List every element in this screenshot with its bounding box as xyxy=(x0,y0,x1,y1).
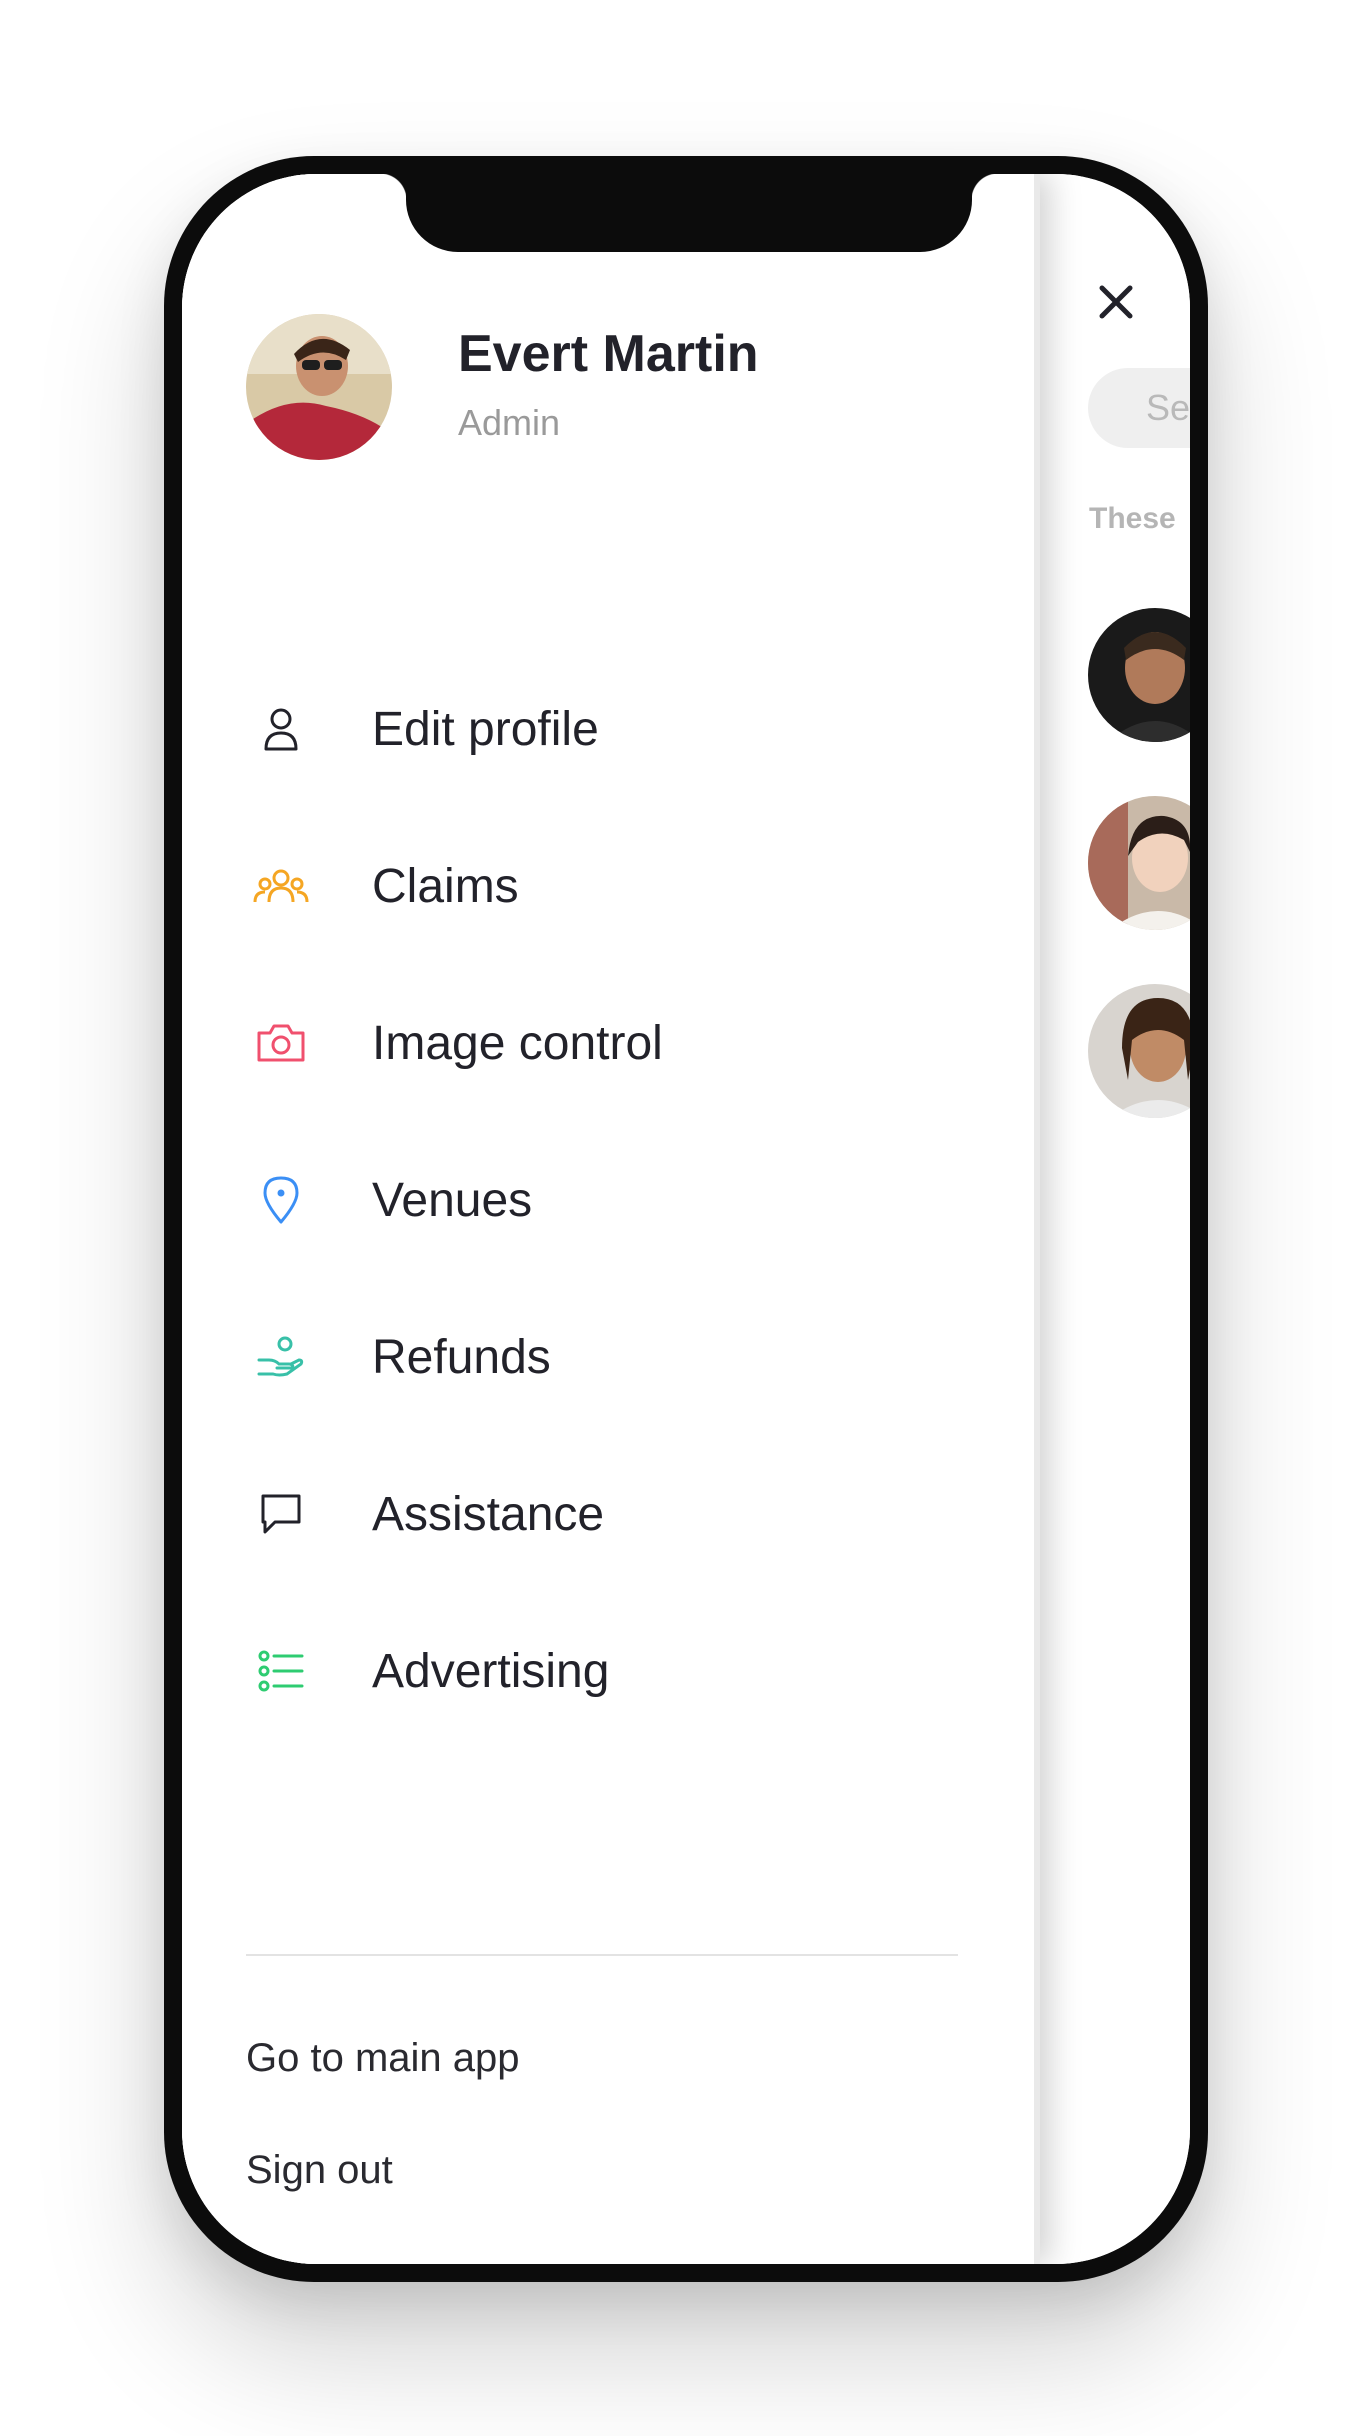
menu-item-edit-profile[interactable]: Edit profile xyxy=(246,674,966,784)
sign-out-link[interactable]: Sign out xyxy=(246,2148,393,2193)
menu-item-label: Advertising xyxy=(372,1644,610,1698)
chat-bubble-icon xyxy=(246,1479,316,1549)
phone-frame: Se These Evert Martin Admin Edit profile… xyxy=(164,156,1208,2282)
user-icon xyxy=(246,694,316,764)
menu-item-label: Refunds xyxy=(372,1330,551,1384)
group-icon xyxy=(246,851,316,921)
menu-item-label: Edit profile xyxy=(372,702,599,756)
profile-name: Evert Martin xyxy=(458,325,759,383)
phone-notch xyxy=(380,174,998,252)
avatar[interactable] xyxy=(1088,608,1190,742)
camera-icon xyxy=(246,1008,316,1078)
menu-item-label: Venues xyxy=(372,1173,533,1227)
menu-item-label: Claims xyxy=(372,859,519,913)
search-input[interactable]: Se xyxy=(1088,368,1190,448)
divider xyxy=(246,1954,958,1956)
avatar[interactable] xyxy=(1088,796,1190,930)
menu-item-assistance[interactable]: Assistance xyxy=(246,1459,966,1569)
profile-role: Admin xyxy=(458,402,561,443)
menu-item-label: Image control xyxy=(372,1016,663,1070)
close-button[interactable] xyxy=(1088,274,1144,330)
phone-screen: Se These Evert Martin Admin Edit profile… xyxy=(182,174,1190,2264)
section-hint: These xyxy=(1089,502,1176,535)
menu-item-venues[interactable]: Venues xyxy=(246,1145,966,1255)
menu-item-image-control[interactable]: Image control xyxy=(246,988,966,1098)
avatar[interactable] xyxy=(246,314,392,460)
location-pin-icon xyxy=(246,1165,316,1235)
menu-item-label: Assistance xyxy=(372,1487,605,1541)
list-icon xyxy=(246,1636,316,1706)
menu-item-advertising[interactable]: Advertising xyxy=(246,1616,966,1726)
avatar[interactable] xyxy=(1088,984,1190,1118)
menu-item-claims[interactable]: Claims xyxy=(246,831,966,941)
navigation-drawer: Evert Martin Admin Edit profile Claims I… xyxy=(182,174,1034,2264)
hand-coin-icon xyxy=(246,1322,316,1392)
close-icon xyxy=(1099,285,1133,319)
menu-item-refunds[interactable]: Refunds xyxy=(246,1302,966,1412)
go-to-main-app-link[interactable]: Go to main app xyxy=(246,2036,520,2081)
